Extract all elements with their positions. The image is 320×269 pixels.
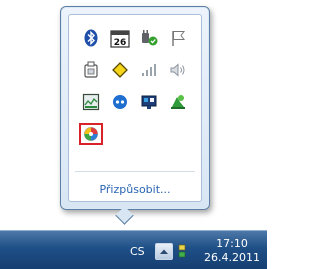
notification-overflow-popup: 26 Přizpůsobit... <box>60 6 210 210</box>
signal-bars-icon[interactable] <box>137 59 161 81</box>
clock-date: 26.4.2011 <box>204 251 260 264</box>
tray-icon-grid: 26 <box>79 27 197 155</box>
blue-circle-app-icon[interactable] <box>108 91 132 113</box>
taskbar: CS 17:10 26.4.2011 <box>0 230 267 269</box>
tray-icon-row: 26 <box>79 27 197 49</box>
customize-link[interactable]: Přizpůsobit... <box>69 183 201 196</box>
colorful-app-icon[interactable] <box>79 123 103 145</box>
tray-icon-row <box>79 91 197 113</box>
green-recycle-icon[interactable] <box>166 91 190 113</box>
tray-icon-row <box>79 59 197 81</box>
show-hidden-icons-button[interactable] <box>155 243 173 260</box>
popup-inner-panel: 26 Přizpůsobit... <box>68 14 202 202</box>
system-clock[interactable]: 17:10 26.4.2011 <box>200 237 264 265</box>
tray-icon-row <box>79 123 197 145</box>
clock-time: 17:10 <box>216 237 248 250</box>
network-icon[interactable] <box>176 244 188 258</box>
speaker-icon[interactable] <box>166 59 190 81</box>
chevron-up-icon <box>160 249 168 254</box>
usb-device-icon[interactable] <box>79 59 103 81</box>
calendar-day-text: 26 <box>114 38 127 48</box>
bluetooth-icon[interactable] <box>79 27 103 49</box>
popup-divider <box>75 171 195 172</box>
monitor-app-icon[interactable] <box>79 91 103 113</box>
plug-icon[interactable] <box>137 27 161 49</box>
diamond-icon[interactable] <box>108 59 132 81</box>
flag-icon[interactable] <box>166 27 190 49</box>
language-indicator[interactable]: CS <box>130 245 145 258</box>
calendar-icon[interactable]: 26 <box>108 27 132 49</box>
display-app-icon[interactable] <box>137 91 161 113</box>
